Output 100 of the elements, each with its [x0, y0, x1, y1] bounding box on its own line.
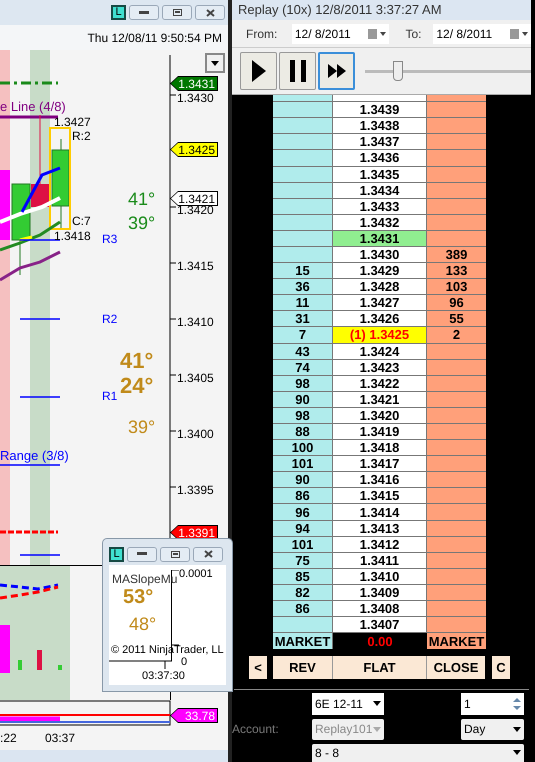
bid-cell[interactable]: 94: [273, 520, 333, 536]
quantity-field[interactable]: 1: [461, 692, 524, 715]
price-cell[interactable]: 1.3414: [333, 504, 427, 520]
close-button[interactable]: [193, 546, 223, 562]
price-cell[interactable]: 1.3419: [333, 424, 427, 440]
ask-cell[interactable]: 103: [427, 279, 486, 294]
bid-cell[interactable]: [273, 182, 333, 198]
bid-cell[interactable]: 82: [273, 584, 333, 600]
bid-cell[interactable]: [273, 134, 333, 150]
bid-cell[interactable]: 98: [273, 408, 333, 423]
bid-cell[interactable]: [273, 118, 333, 134]
bid-cell[interactable]: 86: [273, 488, 333, 504]
ask-cell[interactable]: [427, 118, 486, 134]
bid-cell[interactable]: 36: [273, 279, 333, 294]
price-cell[interactable]: 1.3416: [333, 472, 427, 488]
ask-cell[interactable]: [427, 134, 486, 150]
bid-cell[interactable]: 86: [273, 601, 333, 616]
price-cell[interactable]: 1.3438: [333, 118, 427, 134]
price-cell[interactable]: 1.3420: [333, 408, 427, 423]
ask-cell[interactable]: [427, 504, 486, 520]
dom-button[interactable]: CLOSE: [427, 656, 485, 679]
price-cell[interactable]: 1.3421: [333, 392, 427, 407]
ask-cell[interactable]: [427, 520, 486, 536]
price-cell[interactable]: (1) 1.3425: [333, 327, 427, 343]
minimize-button[interactable]: [127, 546, 157, 562]
time-in-force-dropdown[interactable]: Day: [461, 718, 524, 740]
price-cell[interactable]: 1.3429: [333, 263, 427, 278]
to-date-field[interactable]: 12/ 8/2011: [433, 24, 531, 44]
price-cell[interactable]: 1.3436: [333, 150, 427, 166]
ask-cell[interactable]: 389: [427, 246, 486, 262]
price-cell[interactable]: 1.3408: [333, 601, 427, 616]
price-cell[interactable]: 1.3433: [333, 198, 427, 214]
price-cell[interactable]: 1.3439: [333, 102, 427, 118]
price-cell[interactable]: 1.3423: [333, 360, 427, 375]
bid-cell[interactable]: [273, 230, 333, 246]
from-date-field[interactable]: 12/ 8/2011: [292, 24, 390, 44]
ask-cell[interactable]: [427, 601, 486, 616]
ask-cell[interactable]: [427, 166, 486, 182]
ask-cell[interactable]: [427, 456, 486, 472]
price-cell[interactable]: 1.3413: [333, 520, 427, 536]
ask-cell[interactable]: [427, 568, 486, 584]
instrument-dropdown[interactable]: 6E 12-11: [312, 692, 384, 715]
ask-cell[interactable]: [427, 344, 486, 359]
pause-button[interactable]: [279, 52, 316, 90]
ask-cell[interactable]: [427, 408, 486, 423]
ask-cell[interactable]: [427, 552, 486, 568]
dom-button[interactable]: C: [492, 656, 510, 679]
ask-cell[interactable]: [427, 198, 486, 214]
price-cell[interactable]: 1.3432: [333, 214, 427, 230]
bid-cell[interactable]: [273, 214, 333, 230]
strategy-dropdown[interactable]: 8 - 8: [312, 744, 524, 762]
price-cell[interactable]: 1.3411: [333, 552, 427, 568]
bid-cell[interactable]: 90: [273, 472, 333, 488]
fast-forward-button[interactable]: [318, 52, 355, 90]
dom-button[interactable]: FLAT: [333, 656, 427, 679]
bid-cell[interactable]: [273, 102, 333, 118]
play-button[interactable]: [240, 52, 277, 90]
bid-cell[interactable]: [273, 150, 333, 166]
price-cell[interactable]: 1.3407: [333, 617, 427, 632]
bid-cell[interactable]: 74: [273, 360, 333, 375]
bid-cell[interactable]: [273, 246, 333, 262]
bid-cell[interactable]: [273, 617, 333, 632]
ask-cell[interactable]: [427, 488, 486, 504]
price-cell[interactable]: 1.3428: [333, 279, 427, 294]
dropdown-button[interactable]: [205, 53, 225, 73]
price-cell[interactable]: 1.3415: [333, 488, 427, 504]
price-cell[interactable]: 1.3412: [333, 536, 427, 552]
ask-cell[interactable]: [427, 102, 486, 118]
ask-cell[interactable]: 2: [427, 327, 486, 343]
market-buy-cell[interactable]: MARKET: [273, 633, 333, 650]
ask-cell[interactable]: [427, 230, 486, 246]
bid-cell[interactable]: 96: [273, 504, 333, 520]
window-badge[interactable]: L: [111, 5, 126, 20]
bid-cell[interactable]: [273, 198, 333, 214]
window-badge[interactable]: L: [109, 546, 124, 562]
ask-cell[interactable]: [427, 392, 486, 407]
price-cell[interactable]: 1.3409: [333, 584, 427, 600]
dom-button[interactable]: REV: [273, 656, 333, 679]
price-cell[interactable]: 1.3426: [333, 311, 427, 326]
minimize-button[interactable]: [129, 5, 159, 20]
ask-cell[interactable]: [427, 472, 486, 488]
ask-cell[interactable]: 96: [427, 295, 486, 310]
maximize-button[interactable]: [160, 546, 190, 562]
bid-cell[interactable]: 101: [273, 456, 333, 472]
dom-button[interactable]: <: [249, 656, 267, 679]
ask-cell[interactable]: [427, 424, 486, 440]
ask-cell[interactable]: [427, 360, 486, 375]
ask-cell[interactable]: [427, 182, 486, 198]
bid-cell[interactable]: 31: [273, 311, 333, 326]
ask-cell[interactable]: 55: [427, 311, 486, 326]
speed-slider[interactable]: [365, 61, 531, 82]
maximize-button[interactable]: [162, 5, 192, 20]
price-cell[interactable]: 1.3417: [333, 456, 427, 472]
bid-cell[interactable]: 75: [273, 552, 333, 568]
price-cell[interactable]: 1.3431: [333, 230, 427, 246]
bid-cell[interactable]: 98: [273, 376, 333, 391]
ask-cell[interactable]: [427, 536, 486, 552]
bid-cell[interactable]: 100: [273, 440, 333, 456]
price-cell[interactable]: 1.3422: [333, 376, 427, 391]
bid-cell[interactable]: 7: [273, 327, 333, 343]
